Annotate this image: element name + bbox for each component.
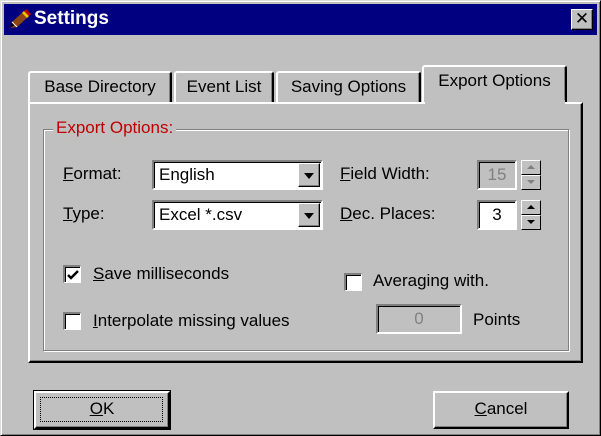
ok-button[interactable]: OK <box>33 390 171 430</box>
spin-down-icon[interactable] <box>521 175 541 190</box>
field-width-label: Field Width: <box>340 164 430 183</box>
averaging-checkbox[interactable] <box>344 273 362 291</box>
cancel-button[interactable]: Cancel <box>433 391 569 429</box>
dec-places-label: Dec. Places: <box>340 204 436 223</box>
field-width-input[interactable]: 15 <box>477 160 517 190</box>
format-label: Format: <box>63 164 122 183</box>
format-select[interactable]: English <box>152 160 323 190</box>
spin-up-icon[interactable] <box>521 200 541 215</box>
chevron-down-icon[interactable] <box>298 203 320 227</box>
type-select[interactable]: Excel *.csv <box>152 200 323 230</box>
tab-base-directory[interactable]: Base Directory <box>28 71 172 102</box>
tab-export-options[interactable]: Export Options <box>422 65 567 102</box>
checkmark-icon <box>67 270 79 280</box>
type-value: Excel *.csv <box>159 205 243 224</box>
averaging-points-input[interactable]: 0 <box>376 304 462 334</box>
title-bar[interactable]: Settings ✕ <box>4 4 597 35</box>
spin-down-icon[interactable] <box>521 215 541 230</box>
save-milliseconds-label[interactable]: Save milliseconds <box>93 264 229 284</box>
format-value: English <box>159 165 215 184</box>
dec-places-spinner[interactable] <box>521 200 541 230</box>
dec-places-input[interactable]: 3 <box>477 200 517 230</box>
points-label: Points <box>473 310 521 329</box>
spin-up-icon[interactable] <box>521 160 541 175</box>
interpolate-missing-label[interactable]: Interpolate missing values <box>93 311 290 331</box>
window-title: Settings <box>34 8 109 29</box>
tab-saving-options[interactable]: Saving Options <box>276 71 421 102</box>
averaging-label[interactable]: Averaging with. <box>373 271 489 291</box>
group-title: Export Options: <box>53 118 177 138</box>
settings-window: Settings ✕ Base Directory Event List Sav… <box>0 0 601 436</box>
tab-event-list[interactable]: Event List <box>174 71 274 102</box>
close-button[interactable]: ✕ <box>571 9 593 30</box>
pen-icon <box>8 8 32 30</box>
interpolate-missing-checkbox[interactable] <box>63 312 81 330</box>
save-milliseconds-checkbox[interactable] <box>63 265 81 283</box>
type-label: Type: <box>63 204 105 223</box>
field-width-spinner[interactable] <box>521 160 541 190</box>
chevron-down-icon[interactable] <box>298 163 320 187</box>
